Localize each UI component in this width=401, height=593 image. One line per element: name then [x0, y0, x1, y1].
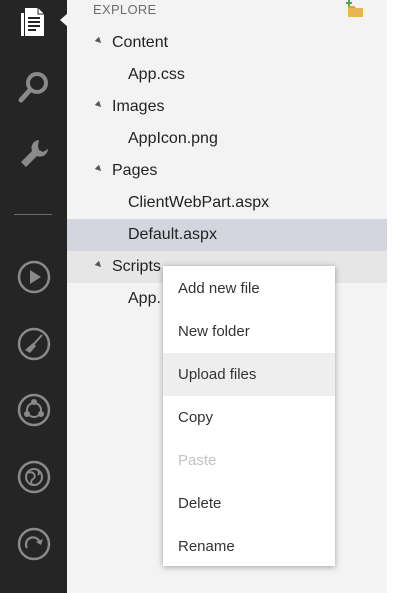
- panel-gap: [387, 0, 401, 593]
- file-label: ClientWebPart.aspx: [128, 194, 270, 211]
- file-label: Default.aspx: [128, 226, 217, 243]
- menu-item-add-new-file[interactable]: Add new file: [163, 267, 335, 310]
- team-icon[interactable]: [0, 385, 67, 435]
- menu-item-delete[interactable]: Delete: [163, 482, 335, 525]
- menu-item-label: Upload files: [178, 366, 257, 383]
- wrench-icon[interactable]: [0, 129, 67, 179]
- file-label: App.: [128, 290, 161, 307]
- menu-item-copy[interactable]: Copy: [163, 396, 335, 439]
- tree-file-appicon[interactable]: AppIcon.png: [67, 123, 387, 155]
- file-label: App.css: [128, 66, 185, 83]
- menu-item-label: Delete: [178, 495, 222, 512]
- expand-caret-icon[interactable]: [94, 36, 104, 46]
- globe-icon[interactable]: [0, 452, 67, 502]
- menu-item-rename[interactable]: Rename: [163, 525, 335, 568]
- menu-item-label: New folder: [178, 323, 250, 340]
- explore-icon[interactable]: [0, 0, 67, 46]
- tree-folder-images[interactable]: Images: [67, 91, 387, 123]
- menu-item-upload-files[interactable]: Upload files: [163, 353, 335, 396]
- menu-item-label: Add new file: [178, 280, 260, 297]
- tree-folder-pages[interactable]: Pages: [67, 155, 387, 187]
- folder-label: Content: [112, 34, 169, 51]
- menu-item-new-folder[interactable]: New folder: [163, 310, 335, 353]
- new-folder-icon[interactable]: [345, 0, 365, 23]
- folder-label: Scripts: [112, 258, 161, 275]
- broom-icon[interactable]: [0, 319, 67, 369]
- menu-item-paste: Paste: [163, 439, 335, 482]
- folder-label: Pages: [112, 162, 158, 179]
- activity-bar: [0, 0, 68, 593]
- search-icon[interactable]: [0, 62, 67, 112]
- tree-file-clientwebpart[interactable]: ClientWebPart.aspx: [67, 187, 387, 219]
- explorer-title: EXPLORE: [93, 2, 157, 17]
- activity-divider: [14, 214, 52, 215]
- menu-item-label: Paste: [178, 452, 217, 469]
- expand-caret-icon[interactable]: [94, 164, 104, 174]
- tree-folder-content[interactable]: Content: [67, 27, 387, 59]
- file-label: AppIcon.png: [128, 130, 218, 147]
- tree-file-app-css[interactable]: App.css: [67, 59, 387, 91]
- expand-caret-icon[interactable]: [94, 260, 104, 270]
- menu-item-label: Copy: [178, 409, 214, 426]
- expand-caret-icon[interactable]: [94, 100, 104, 110]
- run-icon[interactable]: [0, 252, 67, 302]
- context-menu: Add new file New folder Upload files Cop…: [163, 266, 335, 566]
- tree-file-default-selected[interactable]: Default.aspx: [67, 219, 387, 251]
- redo-icon[interactable]: [0, 519, 67, 569]
- folder-label: Images: [112, 98, 165, 115]
- menu-item-label: Rename: [178, 538, 235, 555]
- app-window: EXPLORE Content App.css Images AppIcon.p…: [0, 0, 401, 593]
